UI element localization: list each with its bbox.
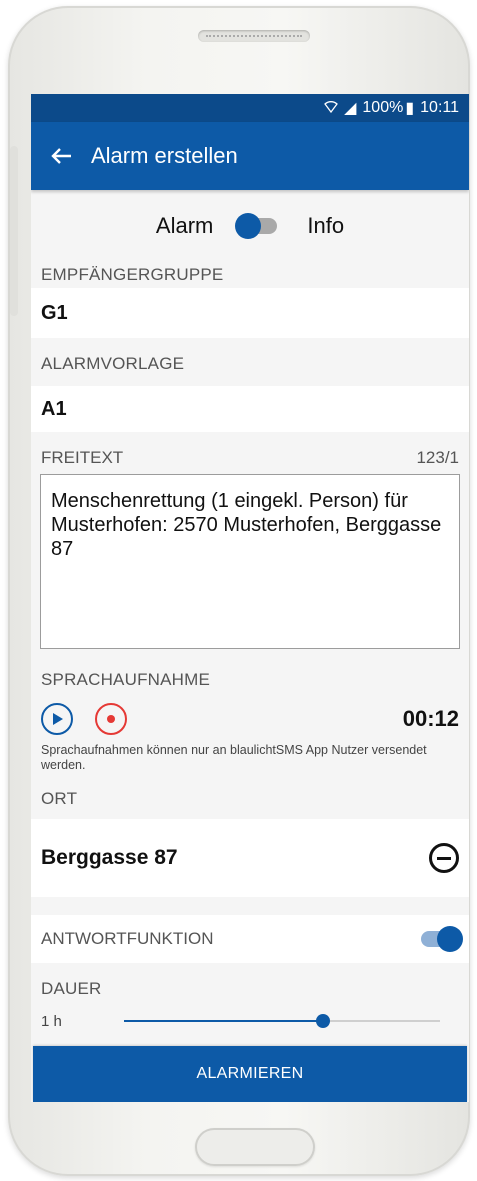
- dauer-slider[interactable]: [123, 1014, 440, 1028]
- recording-duration: 00:12: [402, 706, 459, 731]
- side-button: [10, 146, 18, 316]
- alarmvorlage-label: ALARMVORLAGE: [41, 354, 185, 373]
- antwortfunktion-row: ANTWORTFUNKTION: [31, 915, 469, 963]
- mode-switch[interactable]: [235, 213, 278, 239]
- ort-value: Berggasse 87: [41, 846, 178, 869]
- record-icon: [107, 715, 115, 723]
- slider-thumb[interactable]: [315, 1014, 330, 1028]
- play-icon: [53, 713, 63, 725]
- app-bar: Alarm erstellen: [31, 122, 469, 190]
- app-screen: ◢ 100% ▮ 10:11 Alarm erstellen Alarm Inf…: [31, 94, 469, 1102]
- speaker-grill: [198, 30, 310, 42]
- arrow-left-icon[interactable]: [31, 141, 91, 172]
- dauer-label: DAUER: [41, 979, 102, 998]
- mode-toggle-row: Alarm Info: [31, 190, 469, 262]
- freitext-label: FREITEXT: [41, 448, 124, 467]
- dauer-row: 1 h: [31, 1003, 469, 1039]
- slider-fill: [123, 1020, 323, 1022]
- battery-percent: 100%: [362, 99, 404, 116]
- remove-location-icon[interactable]: [429, 843, 459, 873]
- recording-note: Sprachaufnahmen können nur an blaulichtS…: [41, 743, 427, 772]
- alarmvorlage-field[interactable]: A1: [31, 386, 469, 432]
- empfaengergruppe-field[interactable]: G1: [31, 288, 469, 338]
- ort-field[interactable]: Berggasse 87: [31, 819, 469, 897]
- signal-icon: ◢: [344, 100, 357, 117]
- status-bar: ◢ 100% ▮ 10:11: [31, 94, 469, 122]
- home-button[interactable]: [195, 1128, 315, 1166]
- mode-label-alarm: Alarm: [155, 213, 214, 238]
- page-title: Alarm erstellen: [91, 143, 238, 168]
- recording-controls: 00:12: [31, 695, 469, 743]
- clock: 10:11: [420, 99, 459, 116]
- mode-label-info: Info: [307, 213, 345, 238]
- switch-knob: [437, 926, 463, 952]
- empfaengergruppe-label: EMPFÄNGERGRUPPE: [41, 265, 224, 284]
- play-button[interactable]: [41, 703, 73, 735]
- freitext-counter: 123/1: [416, 448, 459, 467]
- alarmieren-button[interactable]: ALARMIEREN: [33, 1046, 467, 1102]
- dauer-value: 1 h: [41, 1012, 62, 1030]
- freitext-header: FREITEXT 123/1: [31, 432, 469, 472]
- antwortfunktion-switch[interactable]: [421, 926, 463, 952]
- sprachaufnahme-label: SPRACHAUFNAHME: [41, 670, 211, 689]
- antwortfunktion-label: ANTWORTFUNKTION: [41, 929, 214, 948]
- wifi-icon: [324, 99, 338, 118]
- freitext-textarea[interactable]: Menschenrettung (1 eingekl. Person) für …: [40, 474, 460, 649]
- switch-knob: [235, 213, 262, 239]
- ort-label: ORT: [31, 779, 469, 819]
- battery-icon: ▮: [405, 100, 415, 117]
- record-button[interactable]: [95, 703, 127, 735]
